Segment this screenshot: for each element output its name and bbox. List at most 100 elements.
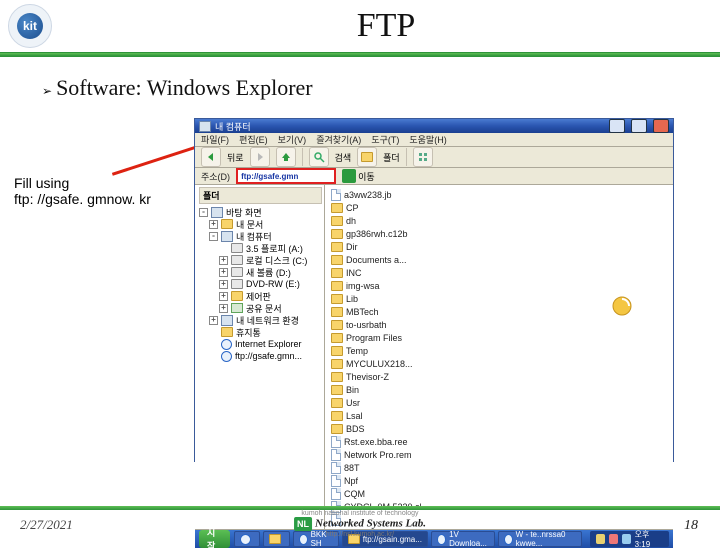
menu-edit[interactable]: 편집(E) (239, 133, 268, 146)
file-pane[interactable]: a3ww238.jbCPdhgp386rwh.c12bDirDocuments … (325, 185, 673, 529)
file-item[interactable]: Program Files (331, 331, 667, 344)
file-item[interactable]: 88T (331, 461, 667, 474)
maximize-button[interactable] (631, 119, 647, 133)
expand-icon[interactable]: + (219, 304, 228, 313)
fil-icon (331, 462, 341, 474)
expand-icon[interactable]: - (209, 232, 218, 241)
tree-node[interactable]: +새 볼륨 (D:) (199, 266, 322, 278)
drv-icon (231, 279, 243, 289)
fld-icon (231, 291, 243, 301)
file-label: Program Files (346, 333, 402, 343)
file-item[interactable]: to-usrbath (331, 318, 667, 331)
file-item[interactable]: Npf (331, 474, 667, 487)
file-item[interactable]: Lsal (331, 409, 667, 422)
fld-icon (331, 385, 343, 395)
tree-node[interactable]: -내 컴퓨터 (199, 230, 322, 242)
views-button[interactable] (413, 147, 433, 167)
file-item[interactable]: Usr (331, 396, 667, 409)
toolbar-divider (302, 148, 303, 166)
file-item[interactable]: Network Pro.rem (331, 448, 667, 461)
address-input[interactable]: ftp://gsafe.gmn (236, 168, 336, 184)
working-icon (611, 295, 633, 317)
expand-icon[interactable]: + (219, 292, 228, 301)
tree-label: DVD-RW (E:) (246, 279, 300, 289)
expand-icon[interactable]: + (219, 280, 228, 289)
file-label: CQM (344, 489, 365, 499)
tree-node[interactable]: +공유 문서 (199, 302, 322, 314)
file-item[interactable]: MYCULUX218... (331, 357, 667, 370)
org-logo: kit (8, 4, 52, 48)
fld-icon (331, 333, 343, 343)
menu-tool[interactable]: 도구(T) (371, 133, 399, 146)
file-item[interactable]: dh (331, 214, 667, 227)
fld-icon (331, 216, 343, 226)
file-item[interactable]: a3ww238.jb (331, 188, 667, 201)
bullet-icon: ➢ (42, 84, 52, 98)
close-button[interactable] (653, 119, 669, 133)
folder-tree[interactable]: 폴더 -바탕 화면+내 문서-내 컴퓨터3.5 플로피 (A:)+로컬 디스크 … (195, 185, 325, 529)
fil-icon (331, 449, 341, 461)
drv-icon (231, 267, 243, 277)
menu-fav[interactable]: 즐겨찾기(A) (316, 133, 361, 146)
tree-node[interactable]: + DVD-RW (E:) (199, 278, 322, 290)
slide-date: 2/27/2021 (20, 517, 73, 533)
search-button[interactable] (309, 147, 329, 167)
expand-icon[interactable]: + (219, 256, 228, 265)
fil-icon (331, 475, 341, 487)
file-item[interactable]: Rst.exe.bba.ree (331, 435, 667, 448)
expand-icon[interactable]: + (209, 316, 218, 325)
file-item[interactable]: CP (331, 201, 667, 214)
menu-file[interactable]: 파일(F) (201, 133, 229, 146)
tree-node[interactable]: 3.5 플로피 (A:) (199, 242, 322, 254)
up-button[interactable] (276, 147, 296, 167)
file-item[interactable]: CQM (331, 487, 667, 500)
tree-node[interactable]: +내 네트워크 환경 (199, 314, 322, 326)
forward-button[interactable] (250, 147, 270, 167)
page-number: 18 (684, 518, 698, 534)
file-item[interactable]: gp386rwh.c12b (331, 227, 667, 240)
tree-node[interactable]: -바탕 화면 (199, 206, 322, 218)
search-label: 검색 (335, 151, 352, 164)
file-item[interactable]: Dir (331, 240, 667, 253)
tree-node[interactable]: +제어판 (199, 290, 322, 302)
minimize-button[interactable] (609, 119, 625, 133)
expand-icon[interactable]: + (219, 268, 228, 277)
file-label: a3ww238.jb (344, 190, 392, 200)
file-item[interactable]: Thevisor-Z (331, 370, 667, 383)
expand-icon[interactable]: + (209, 220, 218, 229)
fld-icon (331, 359, 343, 369)
menu-view[interactable]: 보기(V) (278, 133, 307, 146)
fld-icon (331, 281, 343, 291)
file-item[interactable]: Temp (331, 344, 667, 357)
fil-icon (331, 436, 341, 448)
tree-node[interactable]: ftp://gsafe.gmn... (199, 350, 322, 362)
tree-node[interactable]: 휴지통 (199, 326, 322, 338)
tree-node[interactable]: +로컬 디스크 (C:) (199, 254, 322, 266)
folders-label: 폴더 (383, 151, 400, 164)
fld-icon (331, 320, 343, 330)
file-item[interactable]: Bin (331, 383, 667, 396)
address-label: 주소(D) (201, 170, 230, 183)
file-label: to-usrbath (346, 320, 387, 330)
menu-help[interactable]: 도움말(H) (409, 133, 446, 146)
file-label: MYCULUX218... (346, 359, 413, 369)
expand-icon[interactable]: - (199, 208, 208, 217)
window-title: 내 컴퓨터 (215, 120, 603, 133)
file-item[interactable]: BDS (331, 422, 667, 435)
folders-button[interactable] (357, 147, 377, 167)
tree-node[interactable]: +내 문서 (199, 218, 322, 230)
fld-icon (331, 268, 343, 278)
file-item[interactable]: Documents a... (331, 253, 667, 266)
slide-title: FTP (52, 7, 720, 45)
org-logo-text: kit (17, 13, 43, 39)
toolbar: 뒤로 검색 폴더 (195, 147, 673, 168)
back-button[interactable] (201, 147, 221, 167)
fld-icon (331, 372, 343, 382)
fld-icon (331, 255, 343, 265)
window-titlebar[interactable]: 내 컴퓨터 (195, 119, 673, 133)
file-item[interactable]: INC (331, 266, 667, 279)
tree-node[interactable]: Internet Explorer (199, 338, 322, 350)
fld-icon (221, 219, 233, 229)
file-item[interactable]: img-wsa (331, 279, 667, 292)
go-button[interactable]: 이동 (342, 169, 375, 183)
